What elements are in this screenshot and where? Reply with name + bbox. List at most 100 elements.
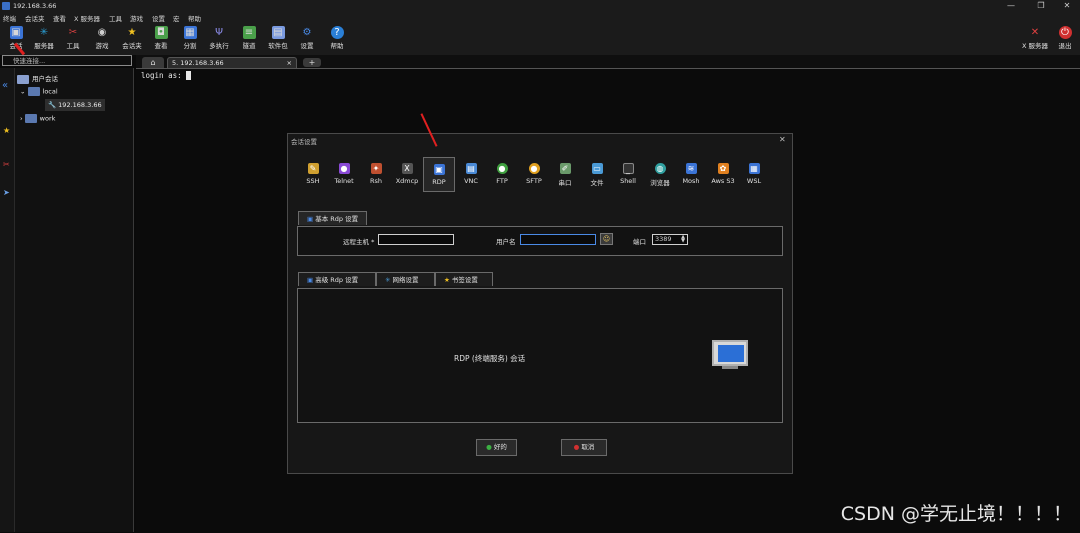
settings-icon: ⚙: [302, 27, 312, 38]
chevron-down-icon: ⌄: [20, 87, 28, 96]
rdp-icon: ▣: [433, 164, 445, 175]
spin-icon[interactable]: ▲ ▼: [681, 235, 685, 244]
collapse-icon[interactable]: «: [2, 80, 8, 91]
games-icon: ◉: [97, 27, 107, 38]
xdmcp-icon: X: [401, 163, 413, 174]
close-window-button[interactable]: ✕: [1052, 0, 1080, 12]
remote-host-input[interactable]: [378, 234, 454, 245]
tools-button[interactable]: ✂ 工具: [60, 25, 86, 53]
menu-sessions[interactable]: 会话夹: [25, 13, 45, 23]
multiexec-button[interactable]: Ψ 多执行: [206, 25, 232, 53]
games-button[interactable]: ◉ 游戏: [89, 25, 115, 53]
help-button[interactable]: ? 帮助: [324, 25, 350, 53]
split-icon: ▦: [183, 26, 197, 39]
menu-settings[interactable]: 设置: [152, 13, 165, 23]
star-icon: ★: [127, 27, 137, 38]
quick-connect-input[interactable]: 快速连接...: [2, 55, 132, 66]
session-type-vnc[interactable]: ▤ VNC: [455, 157, 487, 192]
settings-button[interactable]: ⚙ 设置: [294, 25, 320, 53]
app-icon: [2, 2, 10, 10]
menu-tools[interactable]: 工具: [109, 13, 122, 23]
dialog-close-button[interactable]: ✕: [779, 135, 786, 144]
session-type-ssh[interactable]: ✎ SSH: [297, 157, 329, 192]
session-type-aws-s3[interactable]: ✿ Aws S3: [707, 157, 739, 192]
sftp-icon: ●: [528, 163, 540, 174]
session-type-xdmcp[interactable]: X Xdmcp: [391, 157, 423, 192]
tab-basic-rdp[interactable]: ▣ 基本 Rdp 设置: [298, 211, 368, 225]
tree-folder-work[interactable]: › work: [20, 114, 55, 123]
session-tab[interactable]: 5. 192.168.3.66 ×: [167, 57, 297, 68]
user-manager-icon[interactable]: ☺: [600, 233, 613, 245]
session-type-serial[interactable]: ✐ 串口: [549, 157, 581, 192]
packages-button[interactable]: ▤ 软件包: [265, 25, 291, 53]
chevron-right-icon: ›: [20, 114, 25, 123]
port-input[interactable]: 3389 ▲ ▼: [652, 234, 688, 245]
packages-icon: ▤: [271, 26, 285, 39]
session-type-wsl[interactable]: ▦ WSL: [738, 157, 770, 192]
new-tab-button[interactable]: +: [303, 58, 321, 67]
wsl-icon: ▦: [748, 163, 760, 174]
tunnel-button[interactable]: ≡ 隧道: [236, 25, 262, 53]
username-input[interactable]: [520, 234, 596, 245]
session-type-rsh[interactable]: ✦ Rsh: [360, 157, 392, 192]
ftp-icon: ●: [496, 163, 508, 174]
xserver-icon: ✕: [1030, 27, 1040, 38]
view-icon: ◘: [154, 26, 168, 39]
session-tree: 用户会话 ⌄ local 🔧 192.168.3.66 › work: [15, 68, 134, 532]
remote-host-label: 远程主机 *: [343, 238, 375, 246]
aws-icon: ✿: [717, 163, 729, 174]
xserver-button[interactable]: ✕ X 服务器: [1020, 25, 1050, 53]
shell-icon: _: [622, 163, 634, 174]
check-icon: ●: [486, 443, 494, 451]
session-type-file[interactable]: ▭ 文件: [581, 157, 613, 192]
session-type-ftp[interactable]: ● FTP: [486, 157, 518, 192]
exit-button[interactable]: ⏻ 退出: [1052, 25, 1078, 53]
monitor-stand: [722, 366, 738, 369]
minimize-button[interactable]: —: [996, 0, 1026, 12]
vnc-icon: ▤: [465, 163, 477, 174]
tab-advanced-rdp[interactable]: ▣ 高级 Rdp 设置: [298, 272, 376, 286]
menu-view[interactable]: 查看: [53, 13, 66, 23]
session-type-sftp[interactable]: ● SFTP: [518, 157, 550, 192]
session-type-rdp[interactable]: ▣ RDP: [423, 157, 455, 192]
send-icon[interactable]: ➤: [3, 188, 10, 197]
tab-network-settings[interactable]: ✳ 网络设置: [376, 272, 435, 286]
username-label: 用户名: [496, 238, 516, 246]
view-button[interactable]: ◘ 查看: [148, 25, 174, 53]
menu-bar: 终端 会话夹 查看 X 服务器 工具 游戏 设置 宏 帮助: [0, 12, 1080, 23]
servers-icon: ✳: [39, 27, 49, 38]
browser-icon: ◍: [654, 163, 666, 174]
power-icon: ⏻: [1058, 26, 1072, 39]
star-icon[interactable]: ★: [3, 126, 10, 135]
session-button[interactable]: ▣会话: [3, 25, 29, 53]
session-description: RDP (终端服务) 会话: [454, 354, 526, 363]
session-type-shell[interactable]: _ Shell: [612, 157, 644, 192]
menu-help[interactable]: 帮助: [188, 13, 201, 23]
cancel-button[interactable]: ● 取消: [561, 439, 607, 456]
terminal-prompt: login as:: [141, 71, 191, 80]
menu-macros[interactable]: 宏: [173, 13, 180, 23]
split-button[interactable]: ▦ 分割: [177, 25, 203, 53]
menu-xserver[interactable]: X 服务器: [74, 13, 100, 23]
menu-games[interactable]: 游戏: [130, 13, 143, 23]
tools-icon[interactable]: ✂: [3, 160, 10, 169]
title-bar: [0, 0, 1080, 12]
session-type-browser[interactable]: ◍ 浏览器: [644, 157, 676, 192]
menu-terminal[interactable]: 终端: [3, 13, 16, 23]
tab-bookmark-settings[interactable]: ★ 书签设置: [435, 272, 493, 286]
ok-button[interactable]: ● 好的: [476, 439, 517, 456]
rdp-icon: ▣: [307, 276, 316, 284]
session-type-mosh[interactable]: ≋ Mosh: [675, 157, 707, 192]
servers-button[interactable]: ✳ 服务器: [31, 25, 57, 53]
folder-icon: [27, 87, 40, 96]
ssh-icon: ✎: [307, 163, 319, 174]
home-tab[interactable]: ⌂: [142, 57, 164, 68]
tree-root[interactable]: 用户会话: [17, 73, 58, 84]
sessions-folder-button[interactable]: ★ 会话夹: [119, 25, 145, 53]
tree-folder-local[interactable]: ⌄ local: [20, 87, 58, 96]
session-type-telnet[interactable]: ● Telnet: [328, 157, 360, 192]
window-title: 192.168.3.66: [13, 2, 57, 10]
multiexec-icon: Ψ: [215, 27, 223, 38]
left-rail: « ★ ✂ ➤: [0, 68, 15, 532]
tree-session-item[interactable]: 🔧 192.168.3.66: [45, 99, 105, 111]
